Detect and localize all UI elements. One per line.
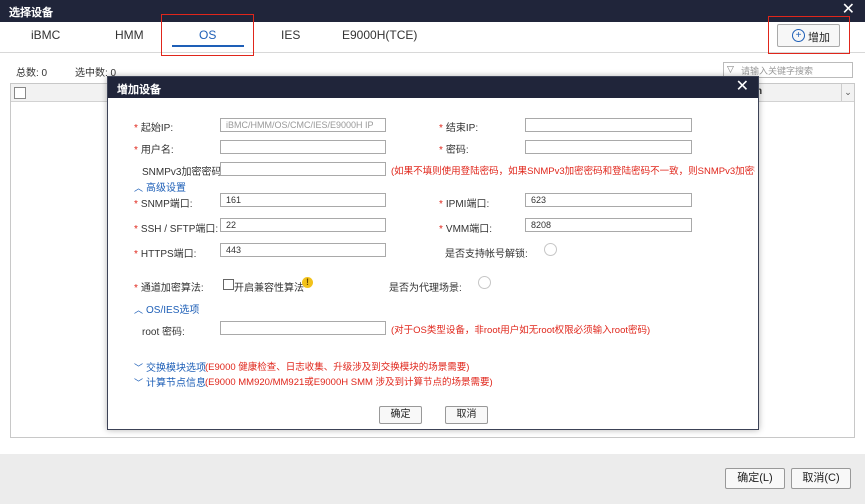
root-password-input[interactable] — [220, 321, 386, 335]
end-ip-input[interactable] — [525, 118, 692, 132]
total-count: 总数: 0 — [16, 68, 48, 79]
https-port-input[interactable]: 443 — [220, 243, 386, 257]
advanced-settings-toggle[interactable]: ︿ 高级设置 — [134, 179, 186, 194]
dialog-cancel-button[interactable]: 取消 — [445, 406, 488, 424]
account-unlock-toggle[interactable] — [544, 243, 557, 256]
outer-title-bar: 选择设备 ✕ — [0, 0, 865, 22]
compute-node-note: (E9000 MM920/MM921或E9000H SMM 涉及到计算节点的场景… — [205, 377, 493, 388]
root-password-note: (对于OS类型设备，非root用户如无root权限必须输入root密码) — [391, 325, 651, 336]
dialog-title-bar: 增加设备 ✕ — [108, 77, 758, 98]
select-all-checkbox[interactable] — [14, 87, 26, 99]
os-ies-options-toggle[interactable]: ︿ OS/IES选项 — [134, 301, 199, 316]
start-ip-label: * 起始IP: — [134, 123, 174, 134]
proxy-scenario-toggle[interactable] — [478, 276, 491, 289]
snmp-port-label: * SNMP端口: — [134, 199, 193, 210]
ipmi-port-input[interactable]: 623 — [525, 193, 692, 207]
outer-footer: 确定(L) 取消(C) — [0, 454, 865, 504]
https-port-label: * HTTPS端口: — [134, 249, 197, 260]
compute-node-toggle[interactable]: ﹀ 计算节点信息 — [134, 374, 206, 389]
username-label: * 用户名: — [134, 145, 174, 156]
chevron-down-icon: ﹀ — [134, 363, 144, 373]
ssh-port-input[interactable]: 22 — [220, 218, 386, 232]
account-unlock-label: 是否支持帐号解锁: — [445, 249, 528, 260]
end-ip-label: * 结束IP: — [439, 123, 479, 134]
channel-cipher-label: * 通道加密算法: — [134, 283, 204, 294]
compat-algorithm-label: 开启兼容性算法 — [234, 283, 304, 294]
proxy-scenario-label: 是否为代理场景: — [389, 283, 462, 294]
tab-hmm[interactable]: HMM — [115, 28, 144, 42]
snmpv3-password-label: SNMPv3加密密码: — [142, 167, 225, 178]
snmpv3-password-input[interactable] — [220, 162, 386, 176]
tab-ibmc[interactable]: iBMC — [31, 28, 60, 42]
chevron-down-icon: ﹀ — [134, 378, 144, 388]
password-input[interactable] — [525, 140, 692, 154]
vmm-port-label: * VMM端口: — [439, 224, 493, 235]
dialog-title: 增加设备 — [117, 84, 161, 96]
ipmi-port-label: * IPMI端口: — [439, 199, 490, 210]
root-password-label: root 密码: — [142, 327, 185, 338]
close-icon[interactable]: ✕ — [736, 77, 749, 97]
compat-algorithm-checkbox[interactable] — [223, 279, 234, 290]
tab-e9000h-tce[interactable]: E9000H(TCE) — [342, 28, 417, 42]
start-ip-input[interactable]: iBMC/HMM/OS/CMC/IES/E9000H IP — [220, 118, 386, 132]
tab-bar: iBMC HMM OS IES E9000H(TCE) — [0, 22, 865, 53]
add-device-dialog: 增加设备 ✕ * 起始IP: iBMC/HMM/OS/CMC/IES/E9000H… — [107, 76, 759, 430]
ok-button[interactable]: 确定(L) — [725, 468, 785, 489]
highlight-box-os-tab — [161, 14, 254, 56]
dialog-ok-button[interactable]: 确定 — [379, 406, 422, 424]
vmm-port-input[interactable]: 8208 — [525, 218, 692, 232]
chevron-down-icon[interactable]: ⌄ — [841, 84, 854, 101]
cancel-button[interactable]: 取消(C) — [791, 468, 851, 489]
highlight-box-add — [768, 16, 850, 54]
ssh-port-label: * SSH / SFTP端口: — [134, 224, 219, 235]
switch-module-toggle[interactable]: ﹀ 交换模块选项 — [134, 359, 206, 374]
password-label: * 密码: — [439, 145, 469, 156]
filter-icon[interactable]: ▽ — [727, 64, 734, 75]
warning-icon[interactable]: ! — [302, 277, 313, 288]
snmp-port-input[interactable]: 161 — [220, 193, 386, 207]
tab-ies[interactable]: IES — [281, 28, 300, 42]
username-input[interactable] — [220, 140, 386, 154]
switch-module-note: (E9000 健康检查、日志收集、升级涉及到交换模块的场景需要) — [205, 362, 470, 373]
chevron-up-icon: ︿ — [134, 305, 144, 315]
chevron-up-icon: ︿ — [134, 183, 144, 193]
snmpv3-note: (如果不填则使用登陆密码，如果SNMPv3加密密码和登陆密码不一致，则SNMPv… — [391, 166, 755, 177]
outer-title: 选择设备 — [9, 7, 53, 19]
